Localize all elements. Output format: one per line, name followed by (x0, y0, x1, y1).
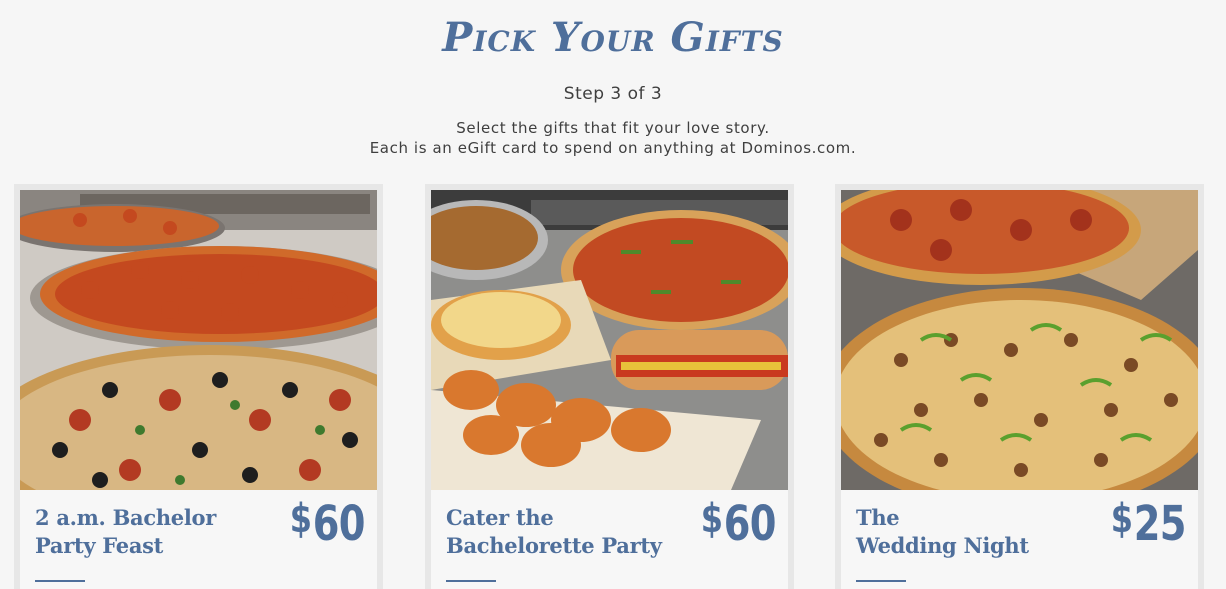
description-line-1: Select the gifts that fit your love stor… (456, 119, 770, 137)
price-value: 25 (1134, 496, 1187, 552)
step-indicator: Step 3 of 3 (563, 84, 663, 104)
price-value: 60 (313, 496, 366, 552)
description-line-2: Each is an eGift card to spend on anythi… (369, 139, 857, 157)
gift-image-pizzas (20, 190, 377, 490)
gift-price: $25 (1111, 496, 1187, 552)
page-description: Select the gifts that fit your love stor… (0, 118, 1226, 158)
gift-card-bachelor-party-feast[interactable]: 2 a.m. Bachelor Party Feast $60 (14, 184, 383, 589)
gift-card-cater-bachelorette-party[interactable]: Cater the Bachelorette Party $60 (425, 184, 794, 589)
gift-card-wedding-night[interactable]: The Wedding Night $25 (835, 184, 1204, 589)
gift-price: $60 (290, 496, 366, 552)
divider-rule (446, 580, 496, 582)
gift-name-line-2: Party Feast (35, 533, 164, 558)
gift-name-line-1: The (856, 505, 900, 530)
catering-photo-illustration (431, 190, 788, 490)
gift-name: Cater the Bachelorette Party (446, 504, 686, 560)
currency-symbol: $ (1111, 496, 1133, 542)
gift-price: $60 (701, 496, 777, 552)
gift-card-body: Cater the Bachelorette Party $60 (431, 190, 788, 589)
pizza-photo-illustration (20, 190, 377, 490)
gift-name-line-1: 2 a.m. Bachelor (35, 505, 217, 530)
page-title: Pick Your Gifts (442, 14, 784, 61)
gift-card-body: 2 a.m. Bachelor Party Feast $60 (20, 190, 377, 589)
divider-rule (35, 580, 85, 582)
gift-name-line-1: Cater the (446, 505, 554, 530)
gift-name: 2 a.m. Bachelor Party Feast (35, 504, 275, 560)
currency-symbol: $ (701, 496, 723, 542)
gift-image-pizzas (841, 190, 1198, 490)
divider-rule (856, 580, 906, 582)
gift-card-body: The Wedding Night $25 (841, 190, 1198, 589)
price-value: 60 (724, 496, 777, 552)
gift-selection-page: Pick Your Gifts Step 3 of 3 Select the g… (0, 0, 1226, 589)
pizza-photo-illustration (841, 190, 1198, 490)
gift-name-line-2: Wedding Night (856, 533, 1029, 558)
gift-name-line-2: Bachelorette Party (446, 533, 662, 558)
currency-symbol: $ (290, 496, 312, 542)
gift-image-catering (431, 190, 788, 490)
gift-name: The Wedding Night (856, 504, 1096, 560)
